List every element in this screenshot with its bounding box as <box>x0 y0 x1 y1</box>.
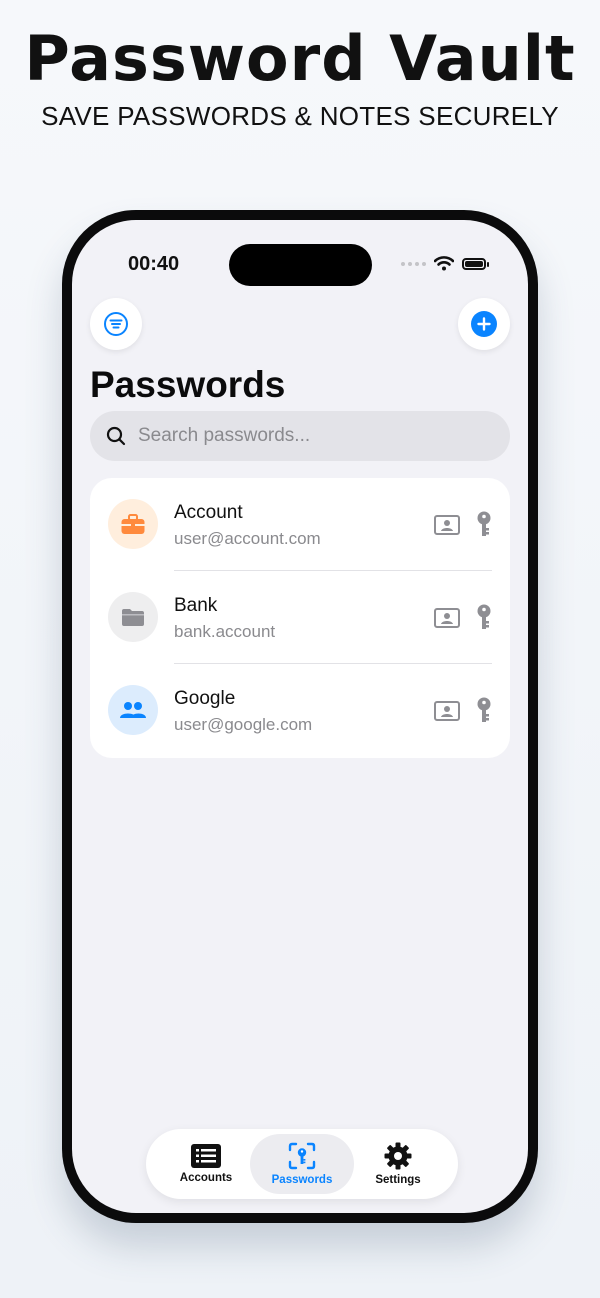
wifi-icon <box>434 256 454 271</box>
headline: Password Vault <box>24 22 576 95</box>
search-icon <box>106 426 126 446</box>
add-password-button[interactable] <box>458 298 510 350</box>
key-icon[interactable] <box>476 697 492 725</box>
tab-label: Settings <box>375 1174 421 1186</box>
entry-subtitle: user@account.com <box>174 529 321 548</box>
app-screen: 00:40 Passwords Search passwords... Acco… <box>72 220 528 1213</box>
key-icon[interactable] <box>476 511 492 539</box>
entry-subtitle: bank.account <box>174 622 276 641</box>
plus-circle-icon <box>471 311 497 337</box>
list-item-account[interactable]: Account user@account.com <box>90 478 510 571</box>
tab-accounts[interactable]: Accounts <box>154 1134 258 1194</box>
list-item-google[interactable]: Google user@google.com <box>90 664 510 757</box>
id-card-icon[interactable] <box>434 515 460 535</box>
list-icon <box>191 1144 221 1168</box>
briefcase-icon <box>108 499 158 549</box>
entry-title: Account <box>174 502 243 523</box>
status-icons <box>401 256 489 271</box>
tab-label: Accounts <box>179 1172 233 1184</box>
id-card-icon[interactable] <box>434 608 460 628</box>
status-time: 00:40 <box>128 253 180 275</box>
folder-icon <box>108 592 158 642</box>
subheadline: SAVE PASSWORDS & NOTES SECURELY <box>41 101 559 131</box>
dynamic-island <box>229 244 372 286</box>
key-icon[interactable] <box>476 604 492 632</box>
entry-subtitle: user@google.com <box>174 715 313 734</box>
phone-frame: 00:40 Passwords Search passwords... Acco… <box>62 210 538 1223</box>
search-bar[interactable] <box>90 411 510 461</box>
key-scan-icon <box>288 1142 316 1170</box>
tab-bar: Accounts Passwords Settings <box>146 1129 458 1199</box>
tab-settings[interactable]: Settings <box>346 1134 450 1194</box>
people-icon <box>108 685 158 735</box>
search-input[interactable] <box>136 424 480 448</box>
signal-icon <box>401 261 426 266</box>
entry-title: Google <box>174 688 236 709</box>
page-title: Passwords <box>90 364 286 405</box>
password-list: Account user@account.com Bank bank.accou… <box>90 478 510 758</box>
entry-title: Bank <box>174 595 218 616</box>
filter-button[interactable] <box>90 298 142 350</box>
id-card-icon[interactable] <box>434 701 460 721</box>
tab-label: Passwords <box>271 1174 333 1186</box>
list-item-bank[interactable]: Bank bank.account <box>90 571 510 664</box>
battery-icon <box>462 257 489 270</box>
filter-lines-icon <box>104 312 128 336</box>
tab-passwords[interactable]: Passwords <box>250 1134 354 1194</box>
gear-icon <box>384 1142 412 1170</box>
